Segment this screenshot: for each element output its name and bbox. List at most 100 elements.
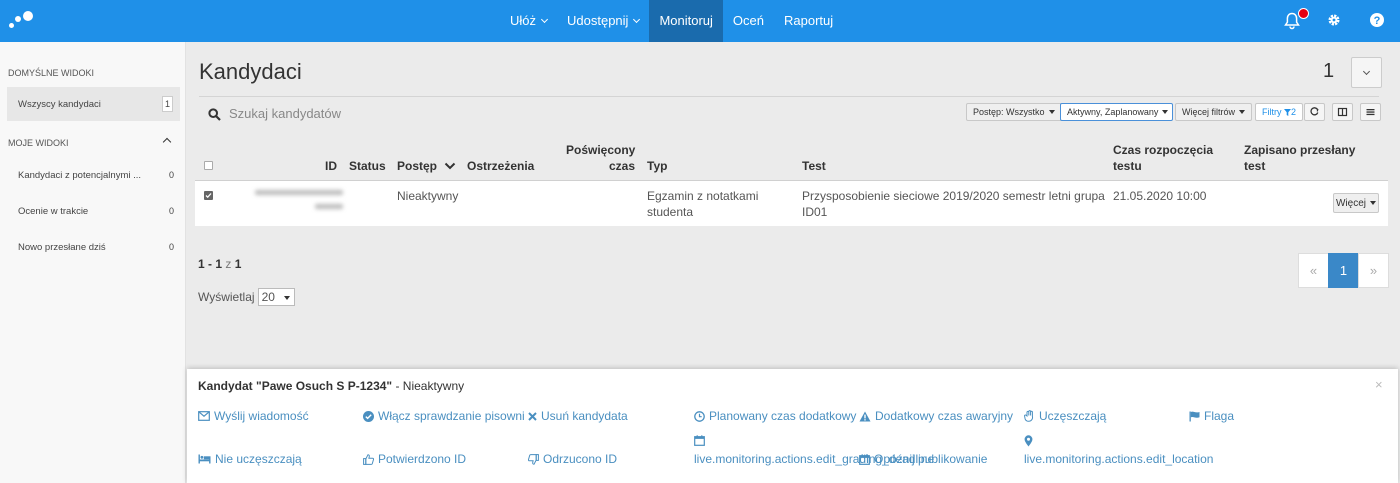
bed-icon	[198, 454, 211, 464]
edit-location-action[interactable]: live.monitoring.actions.edit_location	[1024, 452, 1213, 466]
sidebar-item-grading[interactable]: Ocenie w trakcie 0	[7, 194, 180, 228]
count-badge: 1	[162, 96, 173, 112]
reset-button[interactable]	[1304, 103, 1325, 121]
view-dropdown-button[interactable]	[1351, 57, 1382, 88]
per-page-select[interactable]: 20	[257, 288, 295, 306]
chevron-up-icon[interactable]	[162, 137, 172, 147]
col-warnings[interactable]: Ostrzeżenia	[467, 158, 534, 174]
row-test: Przysposobienie sieciowe 2019/2020 semes…	[802, 189, 1105, 219]
notification-badge	[1298, 8, 1309, 19]
caret-down-icon	[1370, 201, 1376, 205]
clock-icon	[694, 410, 705, 422]
caret-down-icon	[1048, 110, 1055, 114]
candidate-count: 1	[1323, 60, 1335, 82]
hamburger-icon	[1366, 109, 1375, 116]
pagination-next[interactable]: »	[1358, 253, 1389, 288]
filter-icon	[1284, 108, 1292, 116]
caret-down-icon	[283, 296, 290, 300]
table-header: ID Status Postęp Ostrzeżenia Poświęcony c…	[195, 136, 1388, 181]
filter-status-dropdown[interactable]: Aktywny, Zaplanowany	[1060, 103, 1173, 121]
chevron-down-icon	[540, 15, 549, 24]
select-all-checkbox[interactable]	[204, 161, 213, 170]
remove-candidate-action[interactable]: Usuń kandydata	[528, 409, 628, 423]
candidate-actions-panel: Kandydat "Pawe Osuch S P-1234" - Nieakty…	[187, 369, 1398, 483]
sidebar-section-my: MOJE WIDOKI	[8, 138, 69, 148]
not-attend-action[interactable]: Nie uczęszczają	[198, 452, 302, 466]
thumbs-down-icon	[528, 453, 539, 465]
nav-udostepnij[interactable]: Udostępnij	[557, 0, 649, 42]
nav-raportuj[interactable]: Raportuj	[774, 0, 843, 42]
nav-uloz[interactable]: Ułóż	[500, 0, 557, 42]
sidebar-item-all-candidates[interactable]: Wszyscy kandydaci 1	[7, 87, 180, 121]
pagination-info: 1 - 1 z 1	[198, 257, 242, 271]
menu-button[interactable]	[1360, 103, 1381, 121]
candidates-table: ID Status Postęp Ostrzeżenia Poświęcony c…	[195, 136, 1388, 226]
main-nav: Ułóż Udostępnij Monitoruj Oceń Raportuj	[500, 0, 843, 42]
id-rejected-action[interactable]: Odrzucono ID	[528, 452, 617, 466]
chevron-down-icon	[1362, 67, 1371, 76]
chevron-down-icon	[633, 15, 641, 24]
top-bar: Ułóż Udostępnij Monitoruj Oceń Raportuj …	[0, 0, 1400, 42]
close-icon[interactable]: ×	[1375, 377, 1383, 392]
col-status[interactable]: Status	[349, 158, 386, 174]
columns-icon	[1337, 107, 1348, 117]
col-test[interactable]: Test	[802, 158, 826, 174]
send-message-action[interactable]: Wyślij wiadomość	[198, 409, 309, 423]
check-circle-icon	[363, 410, 374, 422]
spellcheck-action[interactable]: Włącz sprawdzanie pisowni	[363, 409, 525, 423]
flag-action[interactable]: Flaga	[1189, 409, 1234, 423]
gear-icon[interactable]	[1326, 12, 1344, 30]
pagination-prev[interactable]: «	[1298, 253, 1329, 288]
id-confirmed-action[interactable]: Potwierdzono ID	[363, 452, 466, 466]
close-icon	[528, 411, 537, 421]
col-start-time[interactable]: Czas rozpoczęcia testu	[1113, 142, 1213, 174]
pagination-page-1[interactable]: 1	[1328, 253, 1359, 288]
sidebar: DOMYŚLNE WIDOKI Wszyscy kandydaci 1 MOJE…	[0, 42, 186, 483]
caret-down-icon	[1162, 110, 1169, 114]
table-row[interactable]: Nieaktywny Egzamin z notatkami studenta P…	[195, 181, 1388, 226]
svg-text:?: ?	[1374, 15, 1381, 27]
col-progress[interactable]: Postęp	[397, 158, 456, 174]
row-checkbox[interactable]	[204, 191, 213, 200]
page-title: Kandydaci	[199, 59, 302, 84]
chevron-down-icon	[444, 162, 456, 170]
calendar-icon	[859, 453, 870, 465]
more-filters-dropdown[interactable]: Więcej filtrów	[1175, 103, 1253, 121]
sidebar-item-today[interactable]: Nowo przesłane dziś 0	[7, 230, 180, 264]
row-progress: Nieaktywny	[397, 189, 459, 203]
per-page-control: Wyświetlaj 20	[198, 288, 295, 306]
location-pin-icon	[1024, 435, 1033, 447]
search-input[interactable]	[229, 102, 529, 124]
filters-button[interactable]: Filtry 2	[1255, 103, 1304, 121]
sidebar-item-potential[interactable]: Kandydaci z potencjalnymi ... 0	[7, 158, 180, 192]
logo-icon[interactable]	[9, 11, 35, 31]
col-saved[interactable]: Zapisano przesłany test	[1244, 142, 1355, 174]
caret-down-icon	[1239, 110, 1246, 114]
columns-button[interactable]	[1332, 103, 1353, 121]
nav-monitoruj[interactable]: Monitoruj	[649, 0, 723, 42]
thumbs-up-icon	[363, 453, 374, 465]
row-start-time: 21.05.2020 10:00	[1113, 189, 1207, 203]
col-time-spent[interactable]: Poświęcony czas	[566, 142, 635, 174]
nav-ocen[interactable]: Oceń	[723, 0, 774, 42]
row-more-button[interactable]: Więcej	[1333, 193, 1379, 213]
scheduled-extra-time-action[interactable]: Planowany czas dodatkowy	[694, 409, 856, 423]
flag-icon	[1189, 411, 1200, 421]
delay-publish-action[interactable]: Opóźnij publikowanie	[859, 452, 987, 466]
calendar-icon	[694, 435, 705, 446]
row-type: Egzamin z notatkami studenta	[647, 189, 759, 219]
search-icon	[208, 108, 221, 121]
filter-progress-dropdown[interactable]: Postęp: Wszystko	[966, 103, 1062, 121]
col-type[interactable]: Typ	[647, 158, 667, 174]
divider	[199, 96, 1379, 97]
attend-action[interactable]: Uczęszczają	[1024, 409, 1106, 423]
emergency-extra-time-action[interactable]: Dodatkowy czas awaryjny	[859, 409, 1013, 423]
sidebar-section-default: DOMYŚLNE WIDOKI	[8, 68, 95, 78]
col-id[interactable]: ID	[325, 158, 337, 174]
reset-icon	[1310, 107, 1319, 116]
candidate-id-blurred	[255, 190, 345, 216]
hand-icon	[1024, 410, 1034, 422]
help-icon[interactable]: ?	[1369, 12, 1387, 30]
warning-icon	[859, 411, 871, 421]
bell-icon[interactable]	[1284, 8, 1309, 30]
